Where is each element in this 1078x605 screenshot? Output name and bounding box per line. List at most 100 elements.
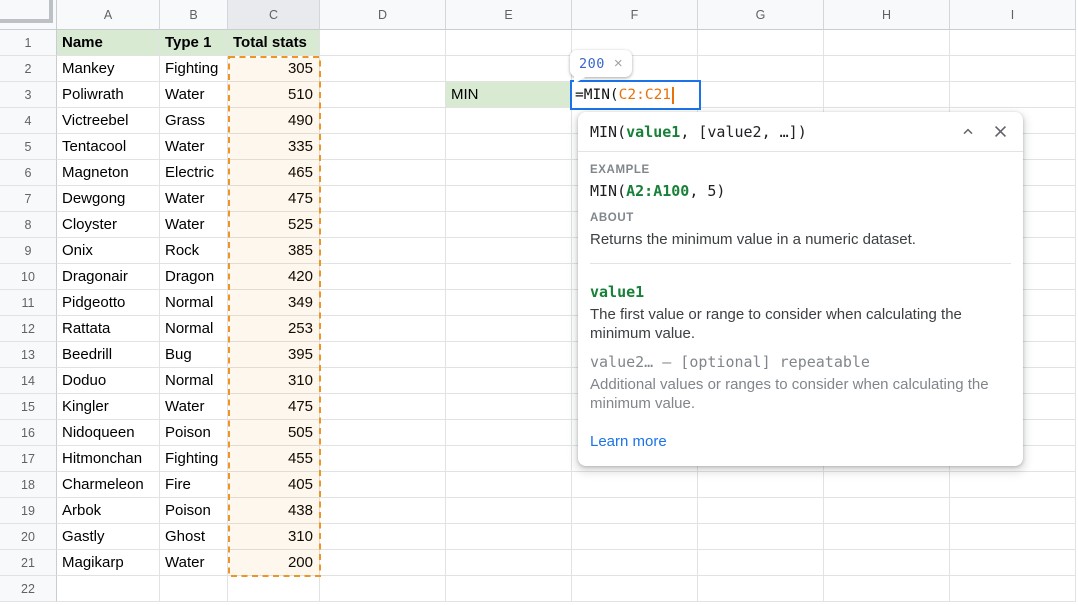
cell-B3[interactable]: Water — [160, 82, 227, 107]
cell-B10[interactable]: Dragon — [160, 264, 227, 289]
row-header-6[interactable]: 6 — [0, 160, 57, 186]
cell-C15[interactable]: 475 — [228, 394, 319, 419]
row-header-2[interactable]: 2 — [0, 56, 57, 82]
cell-A11[interactable]: Pidgeotto — [57, 290, 159, 315]
cell-A14[interactable]: Doduo — [57, 368, 159, 393]
row-header-14[interactable]: 14 — [0, 368, 57, 394]
cell-C2[interactable]: 305 — [228, 56, 319, 81]
row-header-18[interactable]: 18 — [0, 472, 57, 498]
cell-A9[interactable]: Onix — [57, 238, 159, 263]
cell-C11[interactable]: 349 — [228, 290, 319, 315]
row-header-4[interactable]: 4 — [0, 108, 57, 134]
row-header-11[interactable]: 11 — [0, 290, 57, 316]
cell-A2[interactable]: Mankey — [57, 56, 159, 81]
cell-A1[interactable]: Name — [57, 30, 159, 55]
row-header-20[interactable]: 20 — [0, 524, 57, 550]
column-header-H[interactable]: H — [824, 0, 950, 30]
cell-E3[interactable]: MIN — [446, 82, 571, 107]
row-header-19[interactable]: 19 — [0, 498, 57, 524]
cell-B16[interactable]: Poison — [160, 420, 227, 445]
cell-C4[interactable]: 490 — [228, 108, 319, 133]
cell-B19[interactable]: Poison — [160, 498, 227, 523]
cell-B2[interactable]: Fighting — [160, 56, 227, 81]
cell-C16[interactable]: 505 — [228, 420, 319, 445]
cell-A8[interactable]: Cloyster — [57, 212, 159, 237]
cell-A19[interactable]: Arbok — [57, 498, 159, 523]
cell-B1[interactable]: Type 1 — [160, 30, 227, 55]
column-header-B[interactable]: B — [160, 0, 228, 30]
cell-C20[interactable]: 310 — [228, 524, 319, 549]
cell-B7[interactable]: Water — [160, 186, 227, 211]
column-header-E[interactable]: E — [446, 0, 572, 30]
cell-C10[interactable]: 420 — [228, 264, 319, 289]
cell-B15[interactable]: Water — [160, 394, 227, 419]
cell-C13[interactable]: 395 — [228, 342, 319, 367]
cell-B21[interactable]: Water — [160, 550, 227, 575]
row-header-16[interactable]: 16 — [0, 420, 57, 446]
cell-A15[interactable]: Kingler — [57, 394, 159, 419]
cell-C8[interactable]: 525 — [228, 212, 319, 237]
cell-C17[interactable]: 455 — [228, 446, 319, 471]
cell-B5[interactable]: Water — [160, 134, 227, 159]
row-header-21[interactable]: 21 — [0, 550, 57, 576]
cell-C12[interactable]: 253 — [228, 316, 319, 341]
cell-B4[interactable]: Grass — [160, 108, 227, 133]
row-header-3[interactable]: 3 — [0, 82, 57, 108]
row-header-8[interactable]: 8 — [0, 212, 57, 238]
cell-A21[interactable]: Magikarp — [57, 550, 159, 575]
column-header-F[interactable]: F — [572, 0, 698, 30]
collapse-icon[interactable] — [960, 124, 976, 140]
cell-A7[interactable]: Dewgong — [57, 186, 159, 211]
cell-C6[interactable]: 465 — [228, 160, 319, 185]
cell-C21[interactable]: 200 — [228, 550, 319, 575]
cell-B14[interactable]: Normal — [160, 368, 227, 393]
cell-A16[interactable]: Nidoqueen — [57, 420, 159, 445]
learn-more-link[interactable]: Learn more — [590, 433, 667, 450]
cell-A13[interactable]: Beedrill — [57, 342, 159, 367]
column-header-D[interactable]: D — [320, 0, 446, 30]
select-all-corner[interactable] — [0, 0, 57, 30]
column-header-I[interactable]: I — [950, 0, 1076, 30]
row-header-17[interactable]: 17 — [0, 446, 57, 472]
column-header-C[interactable]: C — [228, 0, 320, 30]
row-header-13[interactable]: 13 — [0, 342, 57, 368]
cell-A20[interactable]: Gastly — [57, 524, 159, 549]
row-header-1[interactable]: 1 — [0, 30, 57, 56]
cell-B13[interactable]: Bug — [160, 342, 227, 367]
column-header-A[interactable]: A — [57, 0, 160, 30]
row-header-10[interactable]: 10 — [0, 264, 57, 290]
cell-B11[interactable]: Normal — [160, 290, 227, 315]
cell-A12[interactable]: Rattata — [57, 316, 159, 341]
cell-B12[interactable]: Normal — [160, 316, 227, 341]
row-header-9[interactable]: 9 — [0, 238, 57, 264]
cell-C7[interactable]: 475 — [228, 186, 319, 211]
cell-B6[interactable]: Electric — [160, 160, 227, 185]
cell-C5[interactable]: 335 — [228, 134, 319, 159]
cell-C18[interactable]: 405 — [228, 472, 319, 497]
row-header-12[interactable]: 12 — [0, 316, 57, 342]
cell-C3[interactable]: 510 — [228, 82, 319, 107]
cell-B20[interactable]: Ghost — [160, 524, 227, 549]
cell-A4[interactable]: Victreebel — [57, 108, 159, 133]
cell-A5[interactable]: Tentacool — [57, 134, 159, 159]
row-header-22[interactable]: 22 — [0, 576, 57, 602]
cell-B8[interactable]: Water — [160, 212, 227, 237]
cell-A3[interactable]: Poliwrath — [57, 82, 159, 107]
cell-A10[interactable]: Dragonair — [57, 264, 159, 289]
cell-C1[interactable]: Total stats — [228, 30, 319, 55]
cell-A17[interactable]: Hitmonchan — [57, 446, 159, 471]
cell-A18[interactable]: Charmeleon — [57, 472, 159, 497]
cell-A6[interactable]: Magneton — [57, 160, 159, 185]
cell-B9[interactable]: Rock — [160, 238, 227, 263]
chip-close-icon[interactable]: × — [614, 56, 623, 71]
formula-edit-cell[interactable]: =MIN(C2:C21 — [570, 80, 701, 110]
cell-C14[interactable]: 310 — [228, 368, 319, 393]
column-header-G[interactable]: G — [698, 0, 824, 30]
cell-B17[interactable]: Fighting — [160, 446, 227, 471]
cell-C19[interactable]: 438 — [228, 498, 319, 523]
cell-C9[interactable]: 385 — [228, 238, 319, 263]
cell-B18[interactable]: Fire — [160, 472, 227, 497]
close-icon[interactable] — [992, 123, 1009, 140]
row-header-5[interactable]: 5 — [0, 134, 57, 160]
row-header-7[interactable]: 7 — [0, 186, 57, 212]
